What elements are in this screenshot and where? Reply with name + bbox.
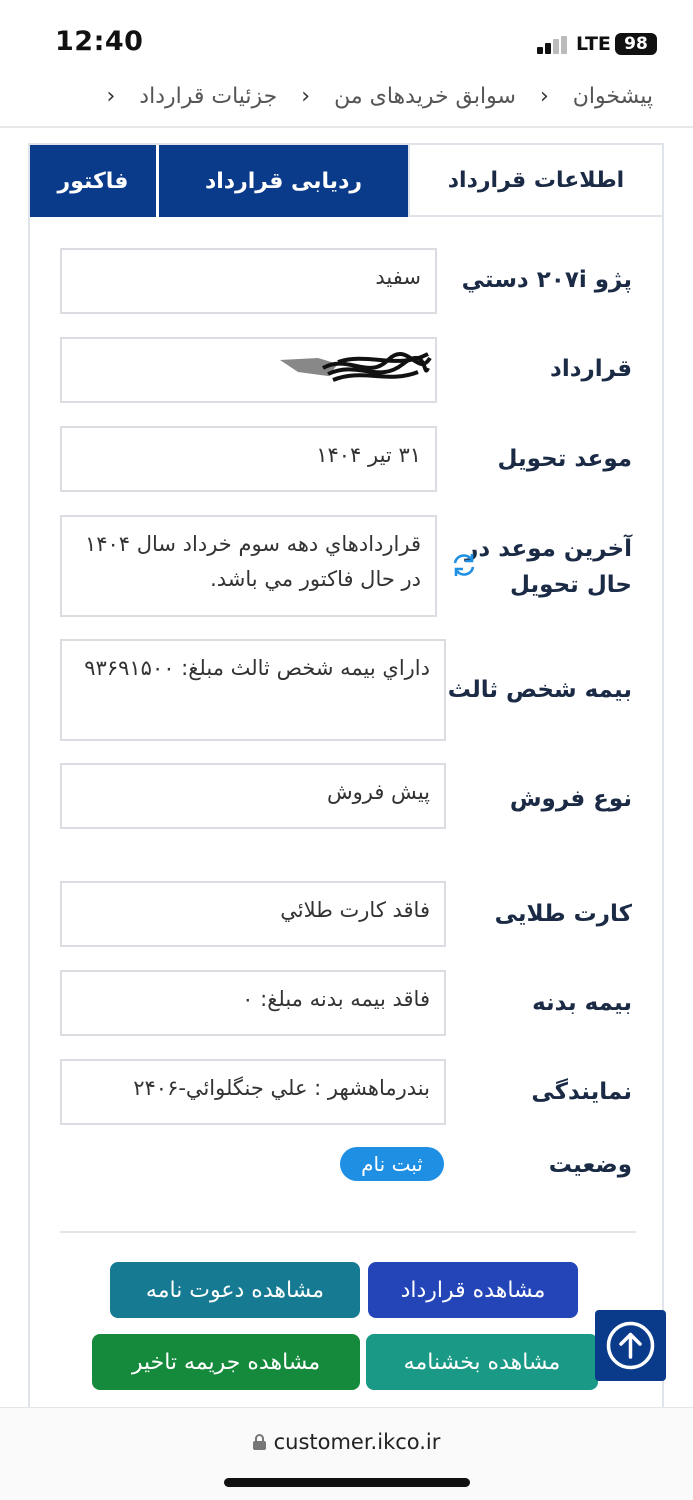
header-divider (0, 126, 693, 128)
body-insurance-label: بیمه بدنه (532, 990, 632, 1016)
last-delivery-field: قراردادهاي دهه سوم خرداد سال ۱۴۰۴ در حال… (60, 515, 437, 617)
breadcrumb-purchase-history[interactable]: سوابق خریدهای من (334, 84, 516, 109)
last-delivery-label: آخرین موعد در حال تحویل (465, 536, 632, 598)
delivery-field: ۳۱ تیر ۱۴۰۴ (60, 426, 437, 492)
view-penalty-button[interactable]: مشاهده جریمه تاخیر (92, 1334, 360, 1390)
sale-type-label: نوع فروش (509, 786, 632, 812)
battery-icon: 98 (615, 33, 657, 55)
third-party-field: داراي بيمه شخص ثالث مبلغ: ۹۳۶۹۱۵۰۰ (60, 639, 446, 741)
tab-bar: فاکتور ردیابی قرارداد اطلاعات قرارداد (30, 145, 662, 217)
view-invitation-button[interactable]: مشاهده دعوت نامه (110, 1262, 360, 1318)
chevron-left-icon: ‹ (106, 83, 116, 109)
contract-label: قرارداد (550, 356, 632, 382)
url-text-container[interactable]: customer.ikco.ir (0, 1430, 693, 1454)
url-text[interactable]: customer.ikco.ir (274, 1430, 441, 1454)
status-badge: ثبت نام (340, 1147, 444, 1181)
breadcrumb-dashboard[interactable]: پیشخوان (573, 84, 653, 109)
third-party-label: بیمه شخص ثالث (447, 677, 632, 703)
body-insurance-field: فاقد بيمه بدنه مبلغ: ۰ (60, 970, 446, 1036)
agency-field: بندرماهشهر : علي جنگلوائي-۲۴۰۶ (60, 1059, 446, 1125)
tab-tracking[interactable]: ردیابی قرارداد (156, 145, 408, 217)
refresh-icon[interactable] (450, 551, 478, 579)
signal-icon (537, 36, 569, 54)
gold-card-field: فاقد کارت طلائي (60, 881, 446, 947)
lock-icon (252, 1434, 266, 1450)
status-label: وضعیت (548, 1152, 632, 1178)
breadcrumb: پیشخوان ‹ سوابق خریدهای من ‹ جزئیات قرار… (40, 78, 653, 114)
tab-invoice[interactable]: فاکتور (30, 145, 156, 217)
gold-card-label: کارت طلایی (494, 901, 632, 927)
tab-contract-info[interactable]: اطلاعات قرارداد (408, 145, 662, 217)
contract-card: فاکتور ردیابی قرارداد اطلاعات قرارداد پژ… (28, 143, 664, 1433)
breadcrumb-contract-details[interactable]: جزئیات قرارداد (139, 84, 277, 109)
sale-type-field: پیش فروش (60, 763, 446, 829)
agency-label: نمایندگی (531, 1079, 632, 1105)
arrow-up-circle-icon (606, 1321, 655, 1370)
scroll-to-top-button[interactable] (595, 1310, 666, 1381)
status-time: 12:40 (55, 26, 144, 57)
network-label: LTE (576, 33, 611, 55)
redaction-scribble (280, 352, 432, 382)
home-indicator[interactable] (224, 1478, 470, 1487)
status-bar: 12:40 LTE 98 (0, 0, 693, 72)
content-divider (60, 1231, 636, 1233)
car-label: پژو ۲۰۷i دستي (461, 267, 632, 293)
battery-level: 98 (624, 34, 648, 54)
view-contract-button[interactable]: مشاهده قرارداد (368, 1262, 578, 1318)
chevron-left-icon: ‹ (539, 83, 549, 109)
browser-url-bar[interactable]: customer.ikco.ir (0, 1407, 693, 1500)
car-field: سفيد (60, 248, 437, 314)
view-circular-button[interactable]: مشاهده بخشنامه (366, 1334, 598, 1390)
delivery-label: موعد تحویل (497, 446, 632, 472)
chevron-left-icon: ‹ (301, 83, 311, 109)
